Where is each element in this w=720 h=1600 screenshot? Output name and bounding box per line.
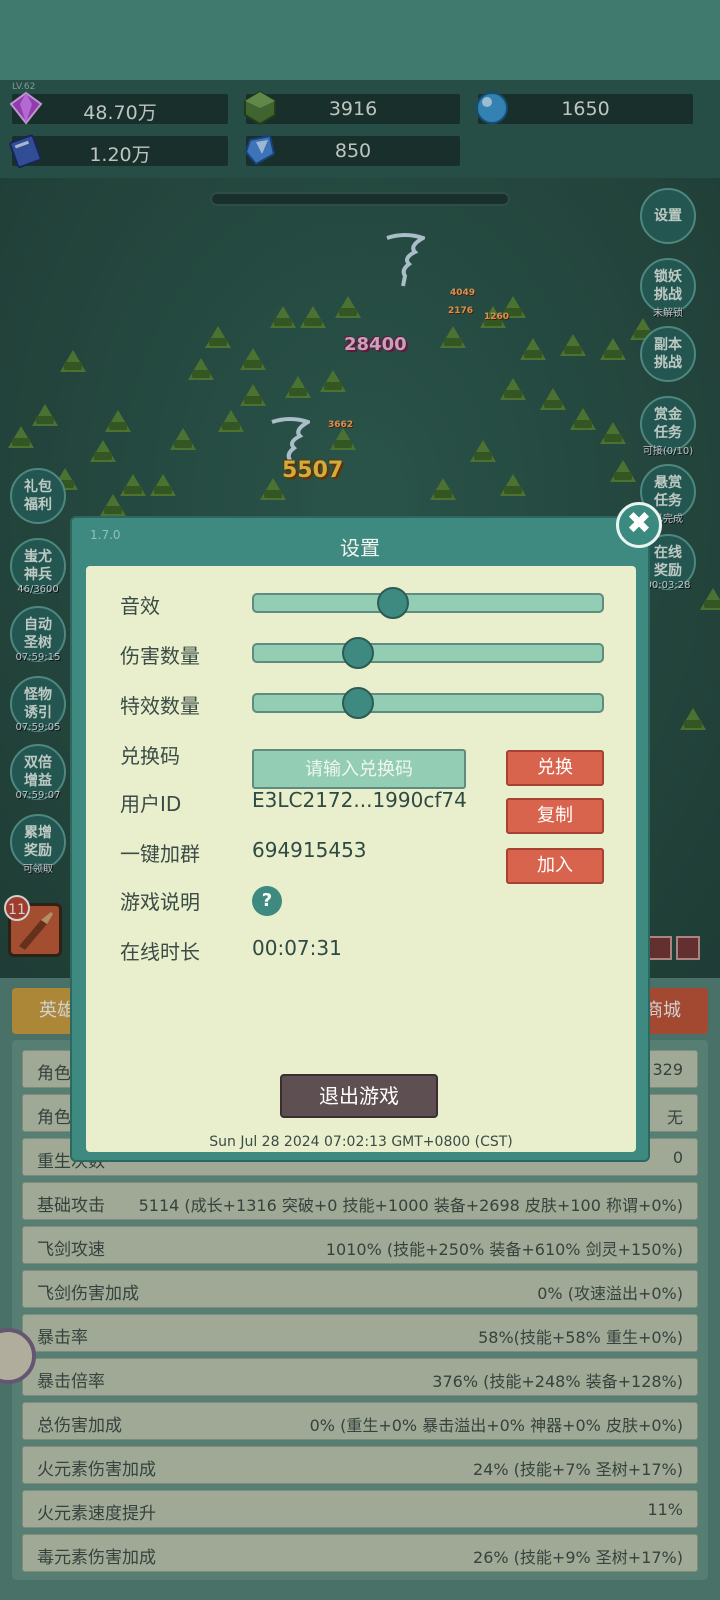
- damage-count-label: 伤害数量: [120, 644, 200, 668]
- game-guide-label: 游戏说明: [120, 890, 200, 914]
- current-datetime: Sun Jul 28 2024 07:02:13 GMT+0800 (CST): [209, 1134, 513, 1150]
- redeem-code-input[interactable]: [252, 749, 466, 789]
- join-button[interactable]: 加入: [506, 848, 604, 884]
- sound-slider[interactable]: [252, 587, 604, 619]
- damage-count-slider-knob[interactable]: [342, 637, 375, 669]
- help-icon[interactable]: ?: [252, 886, 282, 916]
- redeem-code-label: 兑换码: [120, 744, 180, 768]
- effects-count-slider[interactable]: [252, 687, 604, 719]
- settings-content: 音效 伤害数量 特效数量 兑换码 兑换 用户ID E3LC2172...1990…: [86, 566, 636, 1152]
- online-time-label: 在线时长: [120, 940, 200, 964]
- user-id-label: 用户ID: [120, 792, 182, 816]
- redeem-button[interactable]: 兑换: [506, 750, 604, 786]
- settings-dialog: 1.7.0 设置 音效 伤害数量 特效数量 兑换码 兑换 用户ID E3LC21…: [70, 516, 650, 1162]
- sound-slider-knob[interactable]: [377, 587, 410, 619]
- sound-label: 音效: [120, 594, 160, 618]
- exit-game-button[interactable]: 退出游戏: [280, 1074, 438, 1118]
- user-id-value: E3LC2172...1990cf74: [252, 788, 467, 812]
- effects-count-slider-knob[interactable]: [342, 687, 375, 719]
- dialog-title: 设置: [340, 536, 380, 560]
- damage-count-slider[interactable]: [252, 637, 604, 669]
- group-number-value: 694915453: [252, 838, 367, 862]
- close-icon[interactable]: ✖: [616, 502, 662, 548]
- join-group-label: 一键加群: [120, 842, 200, 866]
- effects-count-label: 特效数量: [120, 694, 200, 718]
- copy-button[interactable]: 复制: [506, 798, 604, 834]
- online-time-value: 00:07:31: [252, 936, 342, 960]
